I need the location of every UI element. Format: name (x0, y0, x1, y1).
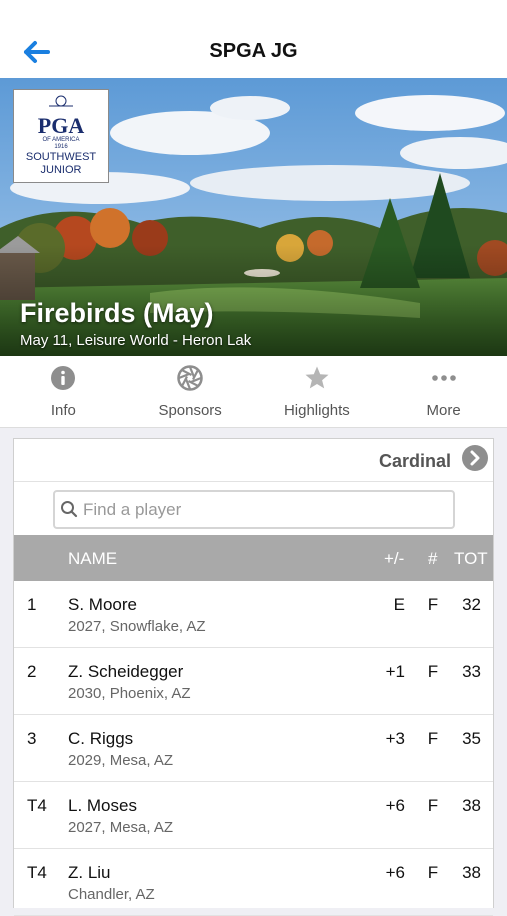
table-row[interactable]: 2 Z. Scheidegger 2030, Phoenix, AZ +1 F … (14, 648, 493, 715)
pga-southwest-junior-logo: PGA OF AMERICA 1916 SOUTHWEST JUNIOR (13, 89, 109, 183)
table-row[interactable]: T4 Z. Liu Chandler, AZ +6 F 38 (14, 849, 493, 916)
score-to-par: +6 (385, 863, 405, 882)
total-score: 32 (462, 595, 481, 614)
holes-thru: F (427, 595, 439, 614)
player-details: 2029, Mesa, AZ (68, 752, 174, 769)
event-title: Firebirds (May) (20, 298, 214, 328)
division-selector[interactable]: Cardinal (14, 439, 493, 482)
column-header-thru[interactable]: # (428, 549, 437, 569)
ellipsis-icon (431, 365, 457, 391)
score-to-par: +6 (385, 796, 405, 815)
chevron-right-icon[interactable] (462, 445, 488, 471)
tab-highlights[interactable]: Highlights (254, 356, 381, 427)
position: 2 (27, 662, 37, 681)
player-details: 2027, Snowflake, AZ (68, 618, 206, 635)
player-details: 2030, Phoenix, AZ (68, 685, 191, 702)
player-name: Z. Scheidegger (68, 662, 184, 681)
position: T4 (27, 796, 47, 815)
table-header: NAME +/- # TOT (14, 535, 493, 581)
player-name: S. Moore (68, 595, 137, 614)
total-score: 33 (462, 662, 481, 681)
event-subtitle: May 11, Leisure World - Heron Lak (20, 332, 252, 349)
total-score: 38 (462, 796, 481, 815)
aperture-icon (177, 365, 203, 391)
column-header-total[interactable]: TOT (454, 549, 488, 569)
search-input[interactable] (83, 496, 443, 524)
score-to-par: E (393, 595, 405, 614)
holes-thru: F (427, 729, 439, 748)
position: 3 (27, 729, 37, 748)
column-header-plus-minus[interactable]: +/- (384, 549, 404, 569)
tab-label: Info (50, 402, 76, 419)
event-tab-bar: Info Sponsors Highlights More (0, 356, 507, 428)
tab-label: More (426, 402, 461, 419)
player-details: Chandler, AZ (68, 886, 155, 903)
score-to-par: +3 (385, 729, 405, 748)
page-title: SPGA JG (209, 40, 298, 62)
tab-label: Highlights (283, 402, 350, 419)
player-search[interactable] (53, 490, 455, 529)
tab-sponsors[interactable]: Sponsors (127, 356, 254, 427)
holes-thru: F (427, 796, 439, 815)
position: T4 (27, 863, 47, 882)
golf-ball-icon (49, 95, 73, 107)
nav-header: SPGA JG (0, 0, 507, 78)
holes-thru: F (427, 662, 439, 681)
total-score: 35 (462, 729, 481, 748)
star-icon (304, 365, 330, 391)
division-label: Cardinal (378, 451, 451, 471)
score-to-par: +1 (385, 662, 405, 681)
position: 1 (27, 595, 37, 614)
holes-thru: F (427, 863, 439, 882)
player-details: 2027, Mesa, AZ (68, 819, 174, 836)
table-row[interactable]: T4 L. Moses 2027, Mesa, AZ +6 F 38 (14, 782, 493, 849)
player-name: C. Riggs (68, 729, 134, 748)
leaderboard-card: Cardinal NAME +/- # TOT 1 S. Moore 2027,… (13, 438, 494, 916)
tab-more[interactable]: More (380, 356, 507, 427)
tab-label: Sponsors (158, 402, 222, 419)
search-icon (60, 500, 78, 518)
player-name: L. Moses (68, 796, 137, 815)
column-header-name[interactable]: NAME (68, 549, 117, 569)
player-name: Z. Liu (68, 863, 111, 882)
info-icon (50, 365, 76, 391)
total-score: 38 (462, 863, 481, 882)
tab-info[interactable]: Info (0, 356, 127, 427)
event-hero-image: PGA OF AMERICA 1916 SOUTHWEST JUNIOR Fir… (0, 78, 507, 356)
table-row[interactable]: 1 S. Moore 2027, Snowflake, AZ E F 32 (14, 581, 493, 648)
table-row[interactable]: 3 C. Riggs 2029, Mesa, AZ +3 F 35 (14, 715, 493, 782)
